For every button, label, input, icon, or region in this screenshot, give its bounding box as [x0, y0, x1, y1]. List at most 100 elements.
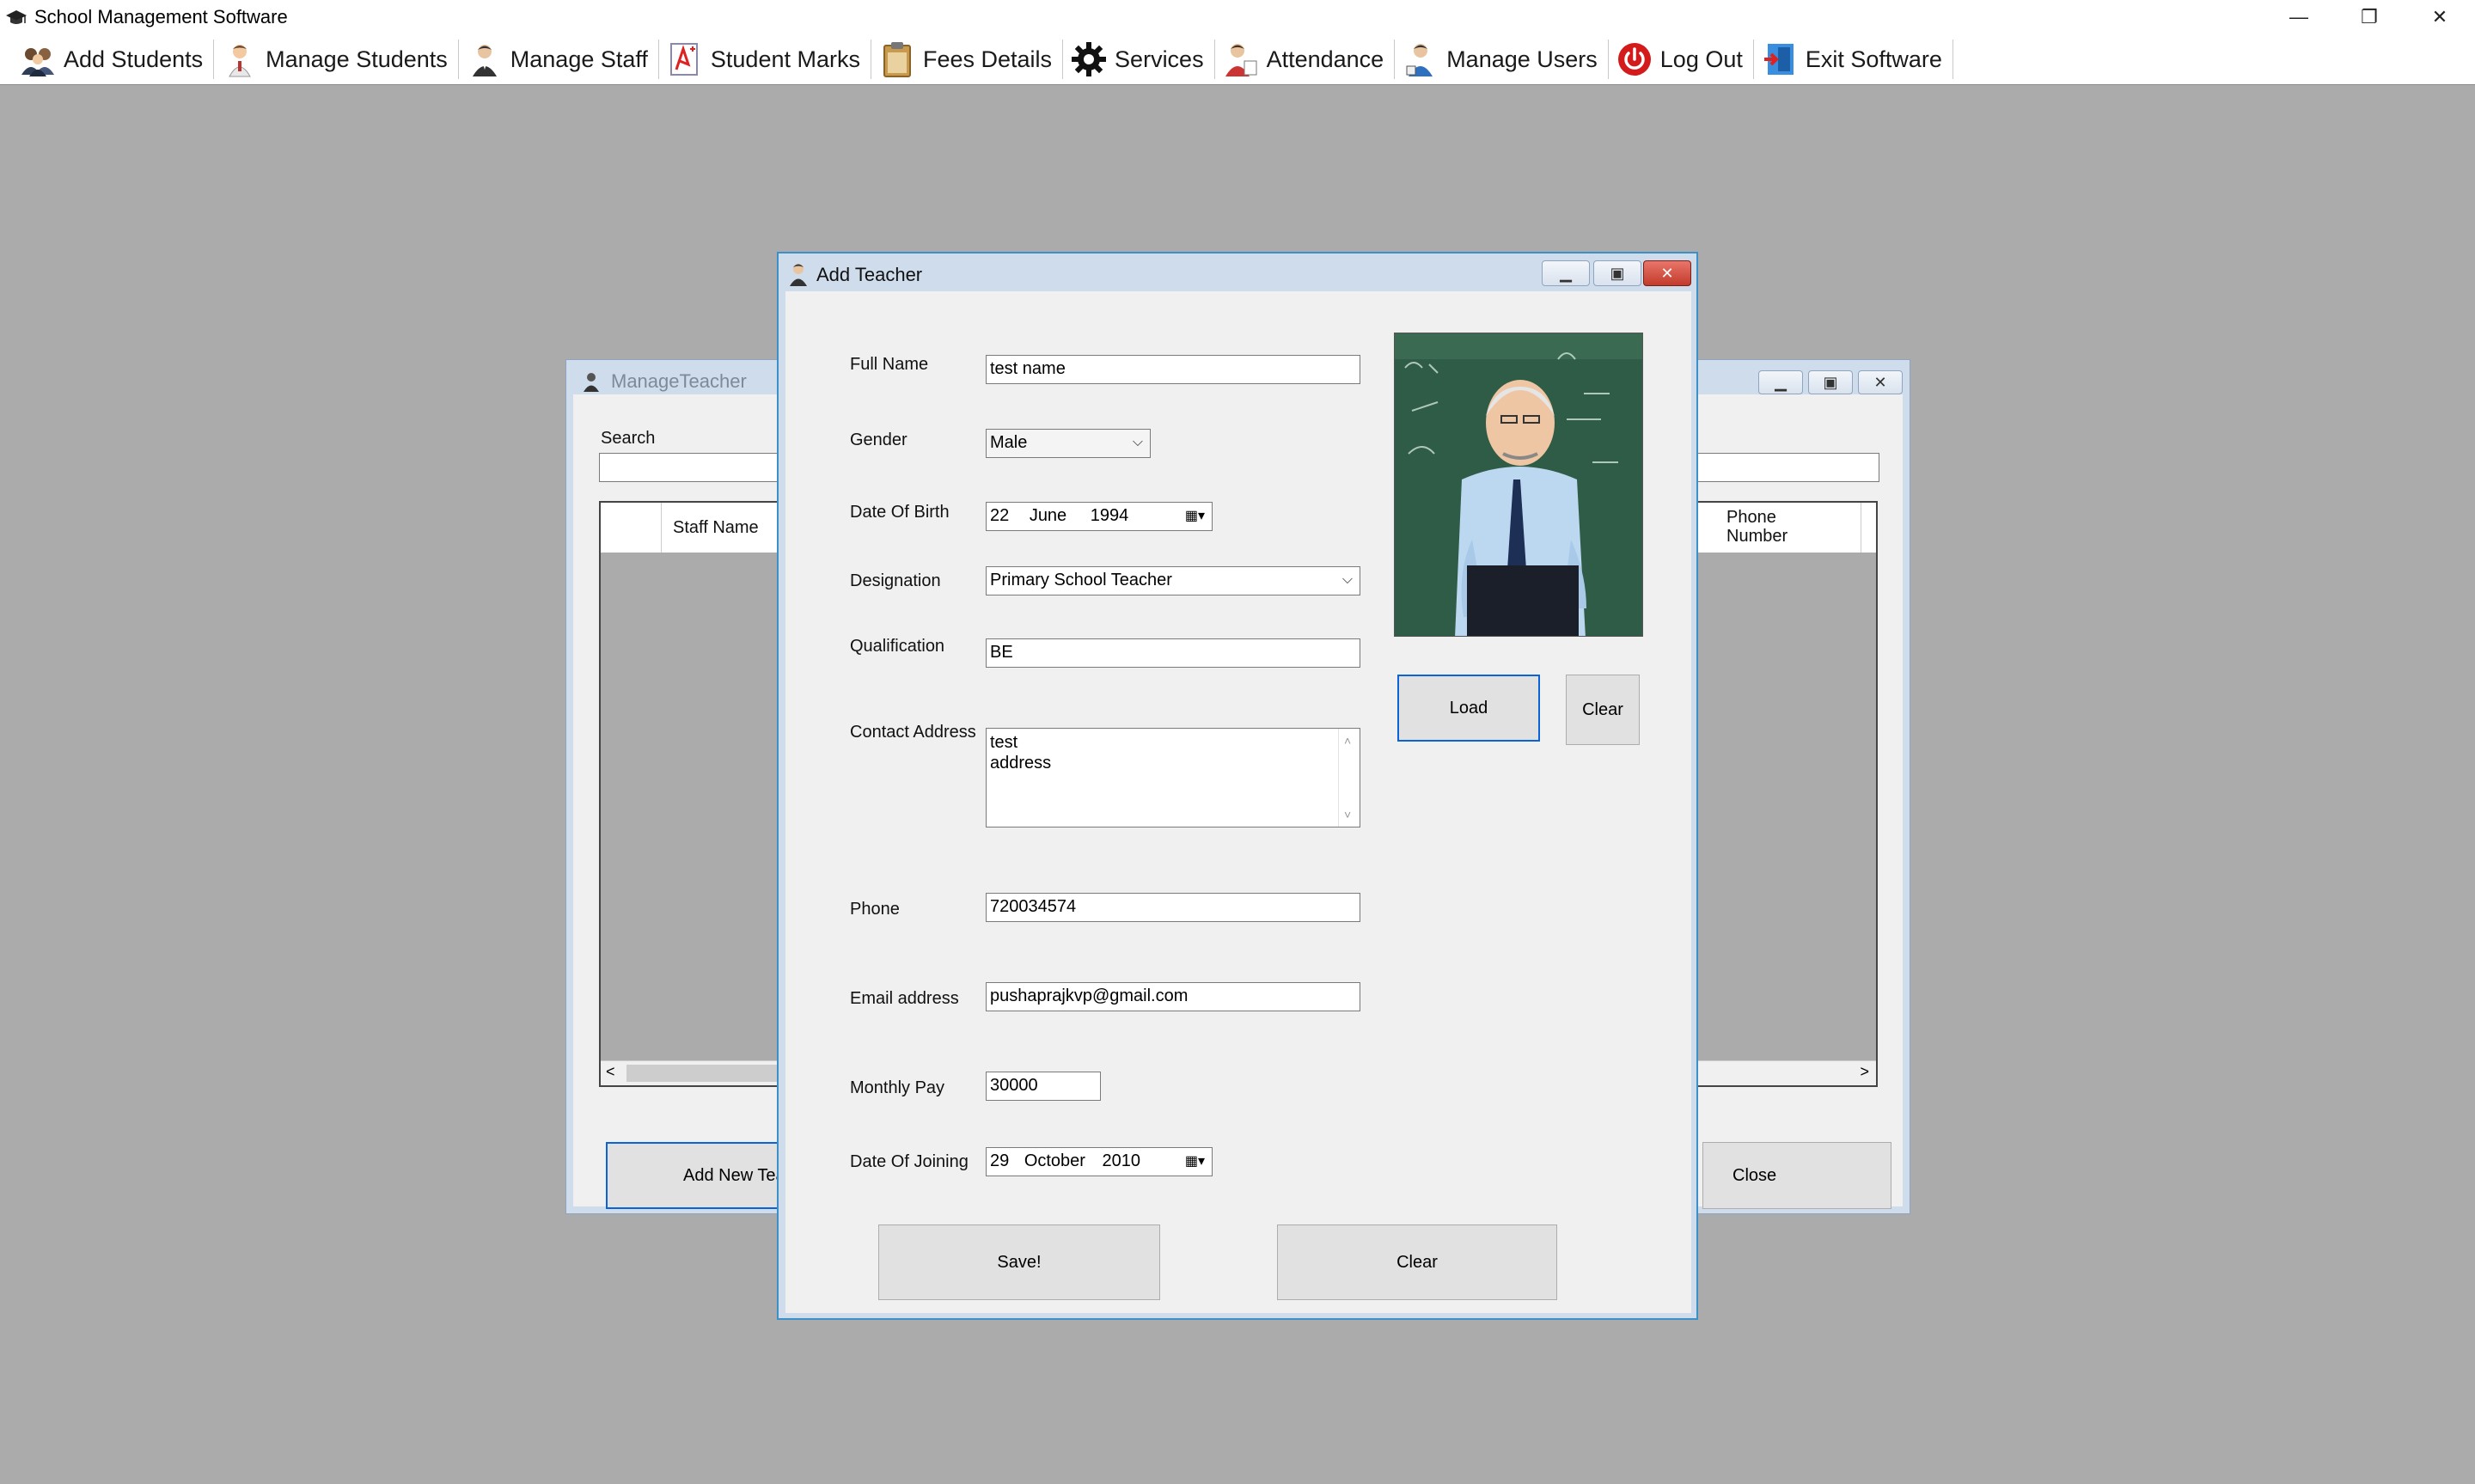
gear-icon — [1072, 42, 1107, 76]
toolbar-attendance-label: Attendance — [1266, 46, 1384, 72]
marks-sheet-icon — [669, 43, 698, 76]
manage-teacher-close-action-button[interactable]: Close — [1702, 1142, 1891, 1209]
email-input[interactable]: pushaprajkvp@gmail.com — [986, 982, 1360, 1011]
scroll-up-icon[interactable]: ˄ — [1344, 730, 1351, 751]
toolbar-exit-software-label: Exit Software — [1805, 46, 1942, 72]
add-teacher-title: Add Teacher — [816, 264, 923, 285]
address-line-1: test — [990, 733, 1018, 752]
dob-month[interactable]: June — [1030, 506, 1066, 525]
add-new-teacher-button[interactable]: Add New Tea — [606, 1142, 795, 1209]
full-name-input[interactable]: test name — [986, 355, 1360, 384]
toolbar-manage-students[interactable]: Manage Students — [214, 38, 458, 81]
designation-select[interactable]: Primary School Teacher ⌵ — [986, 566, 1360, 595]
users-icon — [1406, 44, 1433, 76]
save-button[interactable]: Save! — [878, 1224, 1160, 1300]
toolbar-services[interactable]: Services — [1063, 38, 1214, 81]
add-teacher-form: Full Name Gender Date Of Birth Designati… — [785, 291, 1691, 1313]
toolbar-attendance[interactable]: Attendance — [1215, 38, 1395, 81]
power-icon — [1617, 43, 1651, 76]
dob-year[interactable]: 1994 — [1091, 506, 1129, 525]
main-toolbar: Add Students Manage Students Manage Staf… — [0, 34, 2475, 85]
dob-day[interactable]: 22 — [990, 506, 1009, 525]
scroll-right-icon[interactable]: > — [1860, 1063, 1869, 1081]
toolbar-separator — [1952, 40, 1953, 79]
dob-label: Date Of Birth — [850, 503, 950, 522]
add-teacher-window: Add Teacher ▁ ▣ ✕ Full Name Gender Date … — [777, 252, 1698, 1320]
attendance-person-icon — [1225, 44, 1257, 76]
search-label: Search — [601, 429, 656, 448]
student-person-icon — [229, 45, 251, 77]
qualification-label: Qualification — [850, 637, 945, 656]
manage-teacher-title: ManageTeacher — [611, 370, 747, 392]
phone-input[interactable]: 720034574 — [986, 893, 1360, 922]
graduation-cap-icon — [6, 10, 27, 24]
manage-teacher-minimize-button[interactable]: ▁ — [1758, 370, 1803, 394]
staff-person-icon — [472, 45, 497, 76]
monthly-pay-label: Monthly Pay — [850, 1078, 945, 1097]
qualification-input[interactable]: BE — [986, 638, 1360, 668]
address-vertical-scrollbar[interactable]: ˄ ˅ — [1338, 729, 1360, 827]
toolbar-manage-staff[interactable]: Manage Staff — [459, 38, 658, 81]
contact-address-label: Contact Address — [850, 723, 976, 742]
teacher-photo — [1394, 333, 1643, 637]
clear-photo-button[interactable]: Clear — [1566, 675, 1640, 745]
add-teacher-minimize-button[interactable]: ▁ — [1542, 260, 1590, 286]
students-group-icon — [21, 48, 54, 76]
toolbar-manage-staff-label: Manage Staff — [510, 46, 648, 72]
load-photo-button[interactable]: Load — [1397, 675, 1540, 742]
designation-select-value: Primary School Teacher — [990, 571, 1172, 589]
toolbar-add-students[interactable]: Add Students — [12, 38, 213, 81]
toolbar-student-marks-label: Student Marks — [710, 46, 860, 72]
chevron-down-icon: ⌵ — [1341, 572, 1353, 587]
doj-day[interactable]: 29 — [990, 1151, 1009, 1170]
gender-select[interactable]: Male ⌵ — [986, 429, 1151, 458]
clipboard-icon — [883, 42, 911, 77]
toolbar-manage-users[interactable]: Manage Users — [1395, 38, 1608, 81]
doj-year[interactable]: 2010 — [1103, 1151, 1141, 1170]
toolbar-log-out-label: Log Out — [1659, 46, 1743, 72]
toolbar-manage-users-label: Manage Users — [1446, 46, 1598, 72]
teacher-window-icon — [584, 373, 599, 392]
manage-teacher-close-button[interactable]: ✕ — [1858, 370, 1903, 394]
restore-button[interactable]: ❐ — [2334, 0, 2405, 34]
close-button[interactable]: ✕ — [2405, 0, 2475, 34]
address-line-2: address — [990, 754, 1052, 773]
calendar-dropdown-icon[interactable]: ▦▾ — [1185, 1152, 1205, 1169]
row-header-corner — [601, 503, 662, 553]
teacher-window-icon — [790, 264, 807, 286]
toolbar-exit-software[interactable]: Exit Software — [1754, 38, 1952, 81]
full-name-label: Full Name — [850, 355, 929, 374]
app-title: School Management Software — [34, 6, 288, 27]
gender-label: Gender — [850, 431, 908, 449]
monthly-pay-input[interactable]: 30000 — [986, 1072, 1101, 1101]
gender-select-value: Male — [990, 433, 1028, 452]
phone-label: Phone — [850, 900, 900, 919]
toolbar-services-label: Services — [1115, 46, 1204, 72]
scroll-left-icon[interactable]: < — [606, 1063, 615, 1081]
designation-label: Designation — [850, 571, 941, 590]
manage-teacher-maximize-button[interactable]: ▣ — [1808, 370, 1853, 394]
teacher-photo-image — [1395, 333, 1642, 636]
toolbar-add-students-label: Add Students — [64, 46, 204, 72]
scroll-down-icon[interactable]: ˅ — [1344, 804, 1351, 825]
doj-label: Date Of Joining — [850, 1152, 969, 1171]
contact-address-textarea[interactable]: test address ˄ ˅ — [986, 728, 1360, 827]
column-phone-number[interactable]: Phone Number — [1726, 508, 1795, 546]
chevron-down-icon: ⌵ — [1132, 435, 1143, 449]
clear-form-button[interactable]: Clear — [1277, 1224, 1557, 1300]
doj-month[interactable]: October — [1024, 1151, 1085, 1170]
toolbar-log-out[interactable]: Log Out — [1609, 38, 1753, 81]
add-teacher-maximize-button[interactable]: ▣ — [1593, 260, 1641, 286]
dob-date-picker[interactable]: 22 June 1994 ▦▾ — [986, 502, 1213, 531]
toolbar-fees-details-label: Fees Details — [922, 46, 1053, 72]
minimize-button[interactable]: — — [2264, 0, 2334, 34]
doj-date-picker[interactable]: 29 October 2010 ▦▾ — [986, 1147, 1213, 1176]
app-title-bar: School Management Software — ❐ ✕ — [0, 0, 2475, 34]
exit-door-icon — [1763, 44, 1794, 75]
toolbar-fees-details[interactable]: Fees Details — [871, 38, 1062, 81]
toolbar-student-marks[interactable]: Student Marks — [659, 38, 871, 81]
toolbar-manage-students-label: Manage Students — [266, 46, 448, 72]
column-staff-name[interactable]: Staff Name — [673, 518, 759, 538]
add-teacher-close-button[interactable]: ✕ — [1643, 260, 1691, 286]
calendar-dropdown-icon[interactable]: ▦▾ — [1185, 507, 1205, 524]
